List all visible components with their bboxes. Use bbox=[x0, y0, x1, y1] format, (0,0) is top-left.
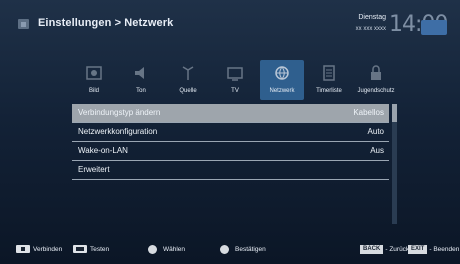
hint-waehlen: Wählen bbox=[148, 243, 185, 255]
hint-label: Testen bbox=[90, 245, 110, 253]
home-icon bbox=[18, 19, 29, 29]
menu-item-verbindungstyp[interactable]: Verbindungstyp ändern Kabellos bbox=[72, 104, 389, 123]
menu-item-label: Netzwerkkonfiguration bbox=[78, 127, 158, 136]
hint-label: Wählen bbox=[163, 245, 186, 253]
menu-item-value: Aus bbox=[370, 146, 384, 155]
tab-ton[interactable]: Ton bbox=[119, 60, 163, 100]
hint-beenden: EXIT - Beenden bbox=[408, 243, 459, 255]
hint-label: - Zurück bbox=[385, 245, 410, 253]
tv-icon bbox=[227, 67, 243, 81]
tab-jugendschutz[interactable]: Jugendschutz bbox=[354, 60, 398, 100]
tv-settings-screen: Einstellungen > Netzwerk Dienstag xx xxx… bbox=[0, 0, 460, 264]
button-hint-bar: Verbinden Testen Wählen Bestätigen BACK … bbox=[0, 238, 460, 264]
menu-item-erweitert[interactable]: Erweitert bbox=[72, 161, 389, 180]
timer-list-icon bbox=[323, 65, 335, 81]
hint-label: Verbinden bbox=[33, 245, 63, 253]
hint-verbinden: Verbinden bbox=[16, 243, 62, 255]
globe-icon bbox=[275, 66, 289, 80]
menu-item-value: Kabellos bbox=[353, 108, 384, 117]
parental-lock-icon bbox=[371, 65, 381, 80]
hint-zurueck: BACK - Zurück bbox=[360, 243, 409, 255]
speaker-icon bbox=[135, 67, 144, 79]
hint-label: Bestätigen bbox=[235, 245, 266, 253]
settings-menu: Verbindungstyp ändern Kabellos Netzwerkk… bbox=[72, 104, 389, 180]
tab-timerliste[interactable]: Timerliste bbox=[307, 60, 351, 100]
category-tabs: Bild Ton Quelle TV Netzwerk Timerliste J… bbox=[72, 60, 402, 100]
tab-netzwerk[interactable]: Netzwerk bbox=[260, 60, 304, 100]
weekday-label: Dienstag bbox=[358, 14, 386, 21]
menu-scrollbar[interactable] bbox=[392, 104, 397, 224]
menu-item-netzwerkkonfiguration[interactable]: Netzwerkkonfiguration Auto bbox=[72, 123, 389, 142]
hint-bestaetigen: Bestätigen bbox=[220, 243, 266, 255]
back-key-icon: BACK bbox=[360, 244, 384, 254]
picture-icon bbox=[86, 66, 102, 80]
clock-accent bbox=[421, 20, 447, 35]
hint-testen: Testen bbox=[73, 243, 109, 255]
antenna-icon bbox=[182, 66, 194, 80]
hint-label: - Beenden bbox=[429, 245, 460, 253]
ok-button-icon bbox=[220, 244, 229, 254]
menu-item-label: Wake-on-LAN bbox=[78, 146, 128, 155]
tab-bild[interactable]: Bild bbox=[72, 60, 116, 100]
navigation-cross-icon bbox=[148, 244, 157, 254]
red-button-icon bbox=[16, 245, 30, 253]
exit-key-icon: EXIT bbox=[408, 244, 428, 254]
tab-tv[interactable]: TV bbox=[213, 60, 257, 100]
menu-item-wake-on-lan[interactable]: Wake-on-LAN Aus bbox=[72, 142, 389, 161]
menu-item-label: Erweitert bbox=[78, 165, 110, 174]
tab-quelle[interactable]: Quelle bbox=[166, 60, 210, 100]
scrollbar-thumb[interactable] bbox=[392, 104, 397, 122]
top-bar: Einstellungen > Netzwerk Dienstag xx xxx… bbox=[0, 0, 460, 50]
green-button-icon bbox=[73, 245, 87, 253]
tab-label: Jugendschutz bbox=[357, 88, 395, 94]
breadcrumb: Einstellungen > Netzwerk bbox=[38, 17, 174, 29]
menu-item-value: Auto bbox=[367, 127, 384, 136]
menu-item-label: Verbindungstyp ändern bbox=[78, 108, 161, 117]
date-label: xx xxx xxxx bbox=[355, 26, 386, 32]
